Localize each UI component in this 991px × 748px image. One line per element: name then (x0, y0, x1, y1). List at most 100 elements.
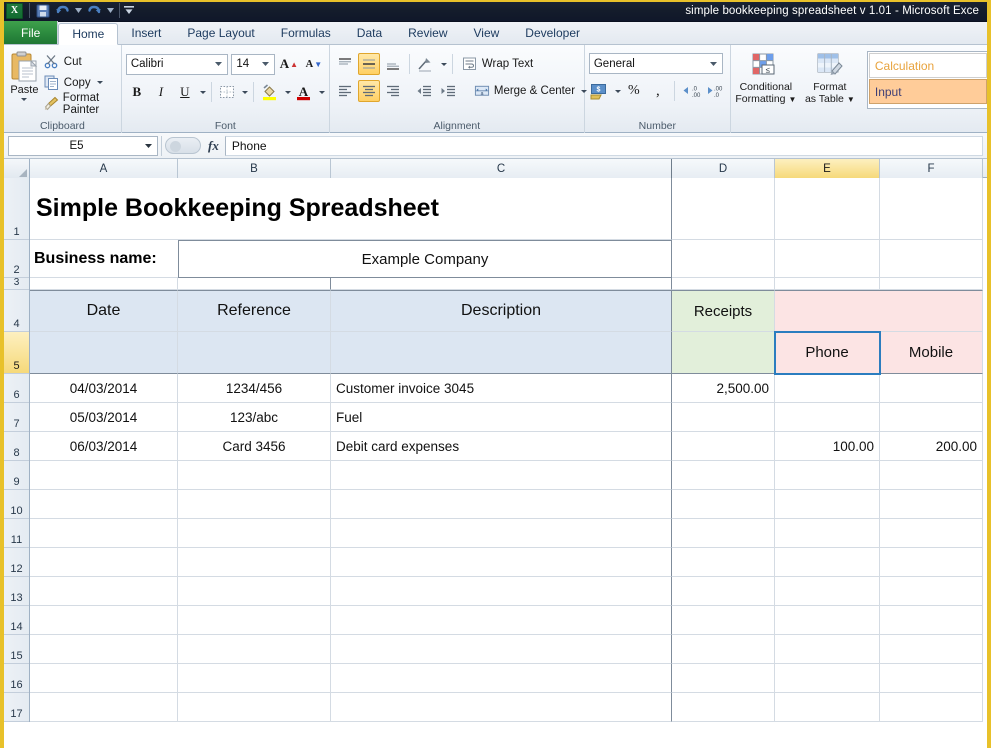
cell-f12[interactable] (880, 548, 983, 577)
cell-b16[interactable] (178, 664, 331, 693)
cell-f8-mobile[interactable]: 200.00 (880, 432, 983, 461)
cell-f4[interactable] (880, 290, 983, 332)
tab-home[interactable]: Home (58, 23, 119, 45)
column-header-b[interactable]: B (178, 159, 331, 178)
cell-e10[interactable] (775, 490, 880, 519)
cell-f9[interactable] (880, 461, 983, 490)
cell-a8-date[interactable]: 06/03/2014 (30, 432, 178, 461)
cell-b14[interactable] (178, 606, 331, 635)
cell-b11[interactable] (178, 519, 331, 548)
number-format-chevron-down-icon[interactable] (707, 61, 720, 66)
cell-c16[interactable] (331, 664, 672, 693)
cell-a10[interactable] (30, 490, 178, 519)
cell-c13[interactable] (331, 577, 672, 606)
row-header-13[interactable]: 13 (4, 577, 29, 606)
cell-b9[interactable] (178, 461, 331, 490)
cell-d11[interactable] (672, 519, 775, 548)
decrease-indent-button[interactable] (414, 80, 436, 102)
fill-color-dropdown-icon[interactable] (284, 90, 291, 94)
tab-insert[interactable]: Insert (118, 22, 174, 44)
cell-a7-date[interactable]: 05/03/2014 (30, 403, 178, 432)
cell-c5[interactable] (331, 332, 672, 374)
cell-b5[interactable] (178, 332, 331, 374)
cell-style-calculation[interactable]: Calculation (868, 53, 987, 78)
font-color-button[interactable]: A (293, 81, 315, 103)
borders-button[interactable] (216, 81, 238, 103)
format-as-table-button[interactable]: Format as Table ▼ (799, 50, 861, 105)
underline-dropdown-icon[interactable] (199, 90, 206, 94)
shrink-font-button[interactable]: A ▼ (303, 53, 325, 75)
cell-f16[interactable] (880, 664, 983, 693)
cell-a17[interactable] (30, 693, 178, 722)
italic-button[interactable]: I (150, 81, 172, 103)
cell-f15[interactable] (880, 635, 983, 664)
orientation-dropdown-icon[interactable] (440, 62, 447, 66)
tab-file[interactable]: File (4, 21, 59, 44)
tab-review[interactable]: Review (395, 22, 460, 44)
name-box-chevron-down-icon[interactable] (142, 143, 155, 148)
align-bottom-button[interactable] (382, 53, 404, 75)
cell-b15[interactable] (178, 635, 331, 664)
cell-style-input[interactable]: Input (868, 79, 987, 104)
tab-data[interactable]: Data (344, 22, 395, 44)
row-header-16[interactable]: 16 (4, 664, 29, 693)
decrease-decimal-button[interactable]: .00.0 (704, 80, 726, 102)
cell-b6-reference[interactable]: 1234/456 (178, 374, 331, 403)
cell-d16[interactable] (672, 664, 775, 693)
cell-c15[interactable] (331, 635, 672, 664)
row-header-1[interactable]: 1 (4, 178, 29, 240)
align-left-button[interactable] (334, 80, 356, 102)
cell-f3[interactable] (880, 278, 983, 290)
name-box[interactable]: E5 (8, 135, 158, 156)
cell-f5-header-mobile[interactable]: Mobile (880, 332, 983, 374)
accounting-format-dropdown-icon[interactable] (614, 89, 621, 93)
cell-e16[interactable] (775, 664, 880, 693)
row-header-10[interactable]: 10 (4, 490, 29, 519)
cell-a2-business-name-label[interactable]: Business name: (30, 240, 178, 278)
row-header-3[interactable]: 3 (4, 277, 29, 290)
borders-dropdown-icon[interactable] (242, 90, 249, 94)
bold-button[interactable]: B (126, 81, 148, 103)
tab-page-layout[interactable]: Page Layout (174, 22, 267, 44)
cell-b12[interactable] (178, 548, 331, 577)
copy-dropdown-icon[interactable] (96, 81, 103, 84)
column-header-a[interactable]: A (30, 159, 178, 178)
cell-b17[interactable] (178, 693, 331, 722)
tab-view[interactable]: View (461, 22, 513, 44)
cell-a4-header-date[interactable]: Date (30, 290, 178, 332)
cell-e6-phone[interactable] (775, 374, 880, 403)
accounting-format-button[interactable]: $ (589, 80, 611, 102)
comma-style-button[interactable]: , (647, 80, 669, 102)
cell-e1[interactable] (775, 178, 880, 240)
cell-b4-header-reference[interactable]: Reference (178, 290, 331, 332)
cell-f2[interactable] (880, 240, 983, 278)
conditional-formatting-button[interactable]: ≤ Conditional Formatting ▼ (735, 50, 797, 105)
cell-c4-header-description[interactable]: Description (331, 290, 672, 332)
insert-function-icon[interactable]: fx (204, 138, 225, 154)
row-header-6[interactable]: 6 (4, 374, 29, 403)
cell-c17[interactable] (331, 693, 672, 722)
cell-b8-reference[interactable]: Card 3456 (178, 432, 331, 461)
cell-d8-receipts[interactable] (672, 432, 775, 461)
wrap-text-button[interactable]: Wrap Text (458, 53, 537, 75)
cell-d6-receipts[interactable]: 2,500.00 (672, 374, 775, 403)
formula-bar-buttons[interactable] (165, 137, 201, 154)
paste-dropdown-icon[interactable] (21, 98, 28, 101)
font-color-dropdown-icon[interactable] (318, 90, 325, 94)
align-middle-button[interactable] (357, 53, 380, 75)
cell-styles-gallery[interactable]: Calculation Input (866, 51, 987, 109)
orientation-button[interactable] (415, 53, 437, 75)
row-header-8[interactable]: 8 (4, 432, 29, 461)
row-header-7[interactable]: 7 (4, 403, 29, 432)
cell-d17[interactable] (672, 693, 775, 722)
cell-e15[interactable] (775, 635, 880, 664)
cell-d1[interactable] (672, 178, 775, 240)
cell-f11[interactable] (880, 519, 983, 548)
row-header-17[interactable]: 17 (4, 693, 29, 722)
paste-button[interactable]: Paste (8, 48, 41, 119)
cell-d7-receipts[interactable] (672, 403, 775, 432)
font-size-select[interactable]: 14 (231, 53, 275, 75)
tab-developer[interactable]: Developer (512, 22, 593, 44)
cell-d12[interactable] (672, 548, 775, 577)
cell-e5-header-phone[interactable]: Phone (774, 331, 881, 375)
